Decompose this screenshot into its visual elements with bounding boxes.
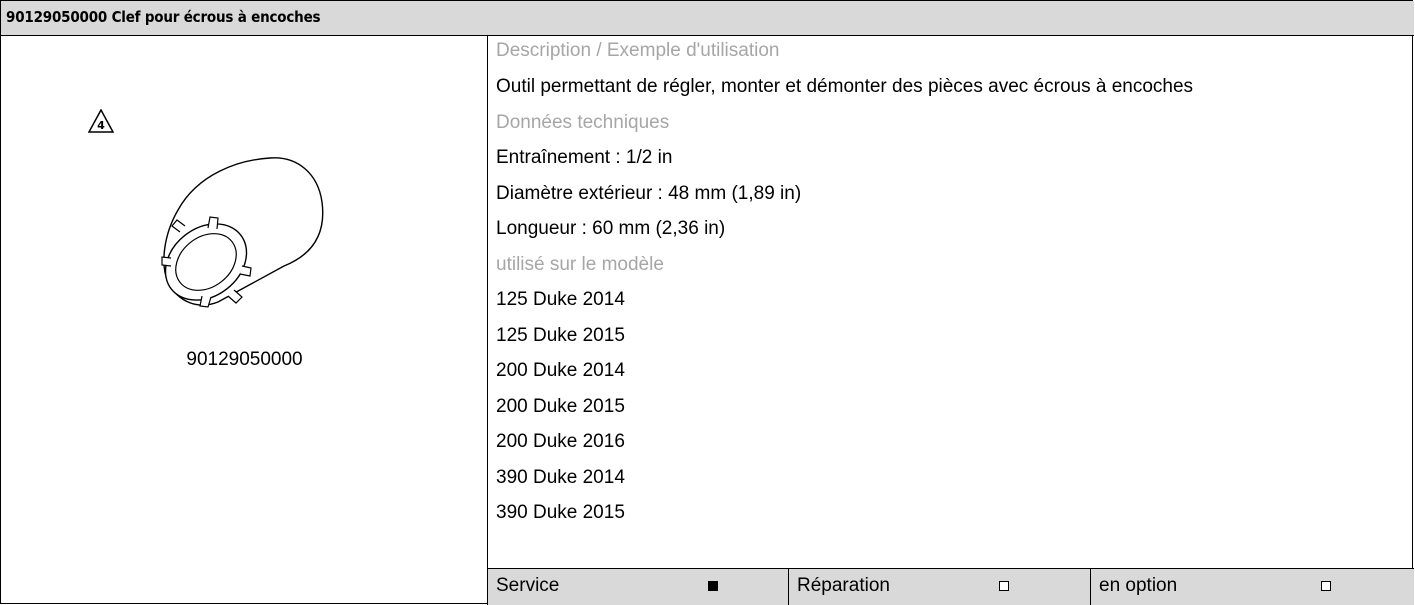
model-item: 125 Duke 2015: [496, 325, 625, 346]
models-label: utilisé sur le modèle: [496, 254, 664, 275]
tool-title: 90129050000 Clef pour écrous à encoches: [6, 8, 321, 26]
service-checkbox-icon: [708, 581, 718, 591]
repair-label: Réparation: [797, 575, 890, 596]
notched-nut-wrench-icon: [161, 157, 324, 308]
optional-cell: en option: [1091, 569, 1414, 605]
repair-cell: Réparation: [789, 569, 1091, 605]
image-panel: 4 90129050000: [1, 36, 488, 605]
model-item: 125 Duke 2014: [496, 289, 625, 310]
tech-label: Données techniques: [496, 112, 670, 133]
service-label: Service: [496, 575, 560, 596]
model-item: 200 Duke 2014: [496, 360, 625, 381]
model-item: 390 Duke 2014: [496, 467, 625, 488]
usage-footer: Service Réparation en option: [488, 568, 1414, 605]
service-cell: Service: [488, 569, 789, 605]
details-panel: Description / Exemple d'utilisation Outi…: [488, 36, 1414, 568]
optional-checkbox-icon: [1321, 581, 1331, 591]
part-number: 90129050000: [186, 349, 303, 370]
title-bar: 90129050000 Clef pour écrous à encoches: [1, 1, 1414, 36]
description-text: Outil permettant de régler, monter et dé…: [496, 76, 1194, 97]
tech-length: Longueur : 60 mm (2,36 in): [496, 218, 726, 239]
model-item: 390 Duke 2015: [496, 502, 625, 523]
description-label: Description / Exemple d'utilisation: [496, 40, 780, 61]
model-item: 200 Duke 2016: [496, 431, 625, 452]
tech-drive: Entraînement : 1/2 in: [496, 147, 673, 168]
tool-sheet: 90129050000 Clef pour écrous à encoches …: [0, 0, 1414, 605]
warning-triangle-icon: 4: [88, 109, 114, 133]
warning-number: 4: [97, 119, 105, 132]
repair-checkbox-icon: [999, 581, 1009, 591]
tech-diameter: Diamètre extérieur : 48 mm (1,89 in): [496, 183, 802, 204]
optional-label: en option: [1099, 575, 1178, 596]
model-item: 200 Duke 2015: [496, 396, 625, 417]
